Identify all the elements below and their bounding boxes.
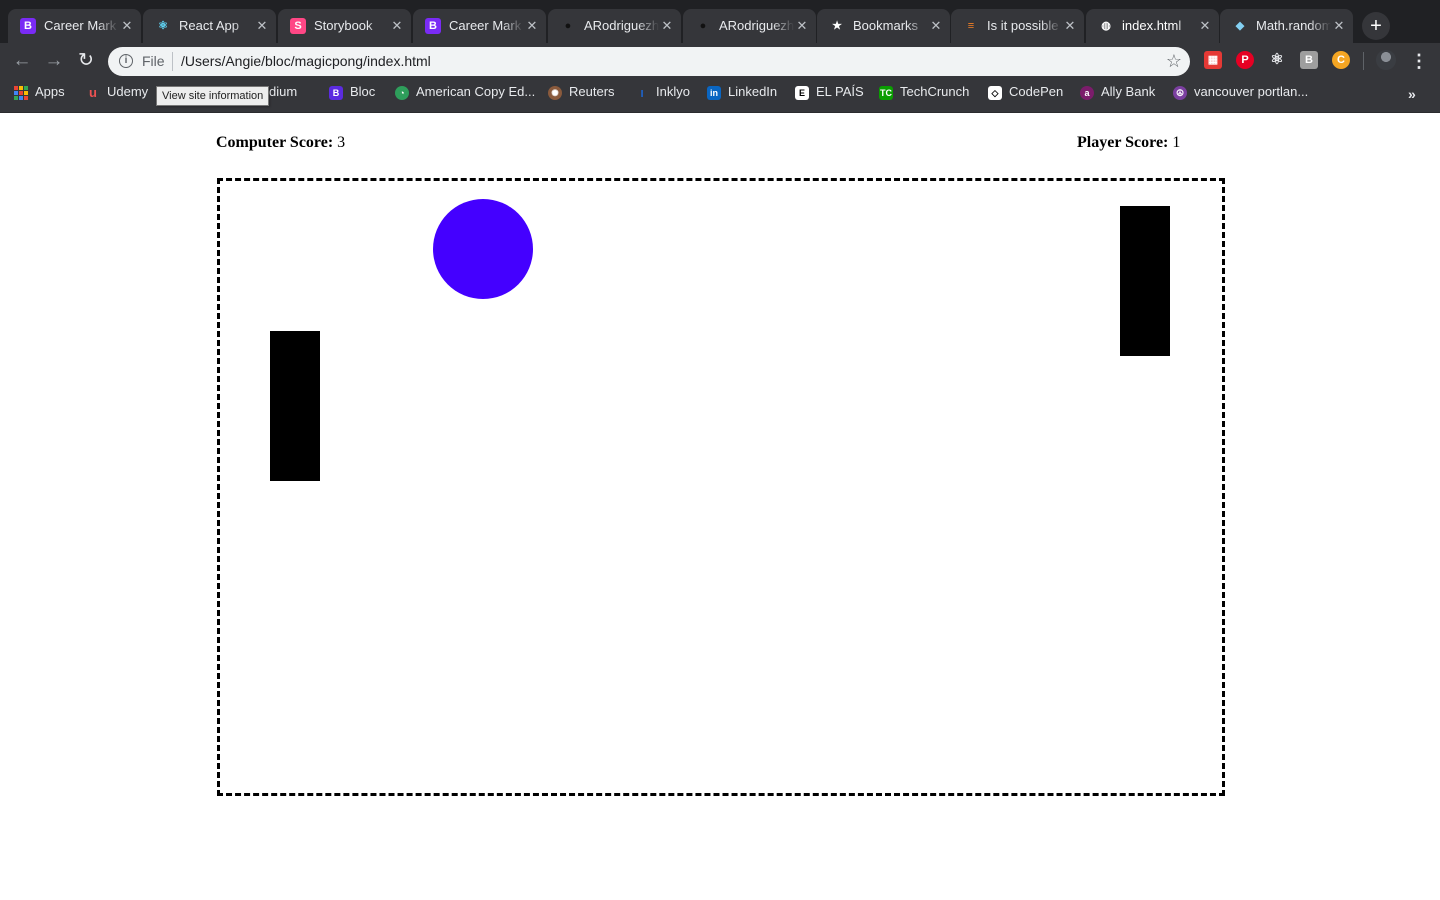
url-text[interactable]: /Users/Angie/bloc/magicpong/index.html xyxy=(181,53,431,70)
bookmark-label: Inklyo xyxy=(656,84,690,99)
browser-toolbar: ← → ↻ i File /Users/Angie/bloc/magicpong… xyxy=(0,43,1440,79)
tab-6[interactable]: ● ARodriguezh ✕ xyxy=(683,9,816,43)
react-icon: ⚛ xyxy=(158,20,168,32)
close-icon[interactable]: ✕ xyxy=(119,17,135,35)
bookmark-label: Apps xyxy=(35,84,65,99)
tab-title-fade xyxy=(1175,17,1197,35)
reload-icon[interactable]: ↻ xyxy=(73,48,99,74)
tab-5[interactable]: ● ARodriguezh ✕ xyxy=(548,9,681,43)
bookmark-label: EL PAÍS xyxy=(816,84,864,99)
udemy-icon: u xyxy=(89,85,97,100)
inklyo-icon: ı xyxy=(640,85,644,100)
linkedin-icon: in xyxy=(707,86,721,100)
tab-title-fade xyxy=(1040,17,1062,35)
player-score: Player Score: 1 xyxy=(1077,133,1180,153)
player-score-value: 1 xyxy=(1172,134,1181,151)
tab-title-fade xyxy=(367,17,389,35)
close-icon[interactable]: ✕ xyxy=(524,17,540,35)
ball xyxy=(433,199,533,299)
tab-4[interactable]: B Career Mark ✕ xyxy=(413,9,546,43)
player-paddle[interactable] xyxy=(1120,206,1170,356)
close-icon[interactable]: ✕ xyxy=(794,17,810,35)
tab-title-fade xyxy=(97,17,119,35)
bloc-extension-icon[interactable]: B xyxy=(1300,51,1318,69)
tab-strip: B Career Mark ✕ ⚛ React App ✕ S Storybook ✕ B Care… xyxy=(0,0,1440,43)
pinterest-extension-icon[interactable]: P xyxy=(1236,51,1254,69)
bookmark-label: LinkedIn xyxy=(728,84,778,99)
tab-title-fade xyxy=(232,17,254,35)
bootstrap-icon: B xyxy=(20,18,36,34)
profile-avatar[interactable] xyxy=(1376,50,1396,70)
tab-title-fade xyxy=(772,17,794,35)
forward-arrow-icon[interactable]: → xyxy=(41,48,67,74)
tab-3[interactable]: S Storybook ✕ xyxy=(278,9,411,43)
apps-grid-icon xyxy=(14,86,28,100)
tab-7[interactable]: ★ Bookmarks ✕ xyxy=(817,9,950,43)
codepen-icon: ◇ xyxy=(988,86,1002,100)
new-tab-button[interactable]: + xyxy=(1362,12,1390,40)
tab-9[interactable]: ◍ index.html ✕ xyxy=(1086,9,1219,43)
tab-2[interactable]: ⚛ React App ✕ xyxy=(143,9,276,43)
more-bookmarks-chevron-icon[interactable]: » xyxy=(1408,85,1416,103)
tab-title-fade xyxy=(502,17,524,35)
close-icon[interactable]: ✕ xyxy=(254,17,270,35)
info-icon[interactable]: i xyxy=(119,54,133,68)
github-icon: ● xyxy=(564,20,572,32)
tab-1[interactable]: B Career Mark ✕ xyxy=(8,9,141,43)
elpais-icon: E xyxy=(795,86,809,100)
react-devtools-extension-icon[interactable]: ⚛ xyxy=(1268,51,1286,69)
kebab-menu-icon[interactable]: ⋮ xyxy=(1410,48,1428,74)
github-icon: ● xyxy=(699,20,707,32)
site-info-tooltip: View site information xyxy=(156,86,270,106)
bookmark-label: vancouver portlan... xyxy=(1194,84,1309,99)
omnibox-divider xyxy=(172,52,173,71)
bookmark-label: American Copy Ed... xyxy=(416,84,536,99)
close-icon[interactable]: ✕ xyxy=(1331,17,1347,35)
techcrunch-icon: TC xyxy=(879,86,893,100)
star-icon: ★ xyxy=(832,20,842,32)
close-icon[interactable]: ✕ xyxy=(1062,17,1078,35)
peace-icon: ☮ xyxy=(1173,86,1187,100)
reuters-icon: ✺ xyxy=(548,86,562,100)
tab-10[interactable]: ◆ Math.random ✕ xyxy=(1220,9,1353,43)
scheme-chip[interactable]: File xyxy=(142,53,165,70)
tab-title-fade xyxy=(637,17,659,35)
bookmark-label: Ally Bank xyxy=(1101,84,1156,99)
close-icon[interactable]: ✕ xyxy=(1197,17,1213,35)
clapperboard-extension-icon[interactable]: ▦ xyxy=(1204,51,1222,69)
cplus-extension-icon[interactable]: C xyxy=(1332,51,1350,69)
bookmark-label: Bloc xyxy=(350,84,376,99)
bookmark-label: TechCrunch xyxy=(900,84,970,99)
stackoverflow-icon: ≡ xyxy=(967,20,975,32)
storybook-icon: S xyxy=(290,18,306,34)
back-arrow-icon[interactable]: ← xyxy=(9,48,35,74)
allybank-icon: a xyxy=(1080,86,1094,100)
computer-score-label: Computer Score: xyxy=(216,134,334,151)
computer-score: Computer Score: 3 xyxy=(216,133,345,153)
bookmark-label: Udemy xyxy=(107,84,149,99)
tab-title-fade xyxy=(906,17,928,35)
globe-icon: ◍ xyxy=(1101,20,1111,32)
address-bar[interactable]: i File /Users/Angie/bloc/magicpong/index… xyxy=(108,47,1190,76)
bookmark-label: Reuters xyxy=(569,84,615,99)
tab-title-fade xyxy=(1309,17,1331,35)
computer-score-value: 3 xyxy=(337,134,346,151)
tab-8[interactable]: ≡ Is it possible ✕ xyxy=(951,9,1084,43)
close-icon[interactable]: ✕ xyxy=(928,17,944,35)
bookmark-label: CodePen xyxy=(1009,84,1064,99)
bloc-icon: B xyxy=(329,86,343,100)
close-icon[interactable]: ✕ xyxy=(389,17,405,35)
aces-icon: ◔ xyxy=(395,86,409,100)
computer-paddle xyxy=(270,331,320,481)
game-court[interactable] xyxy=(217,178,1225,796)
mdn-icon: ◆ xyxy=(1235,20,1245,32)
bootstrap-icon: B xyxy=(425,18,441,34)
close-icon[interactable]: ✕ xyxy=(659,17,675,35)
player-score-label: Player Score: xyxy=(1077,134,1169,151)
toolbar-divider xyxy=(1363,52,1364,70)
bookmark-star-icon[interactable]: ☆ xyxy=(1166,50,1182,72)
